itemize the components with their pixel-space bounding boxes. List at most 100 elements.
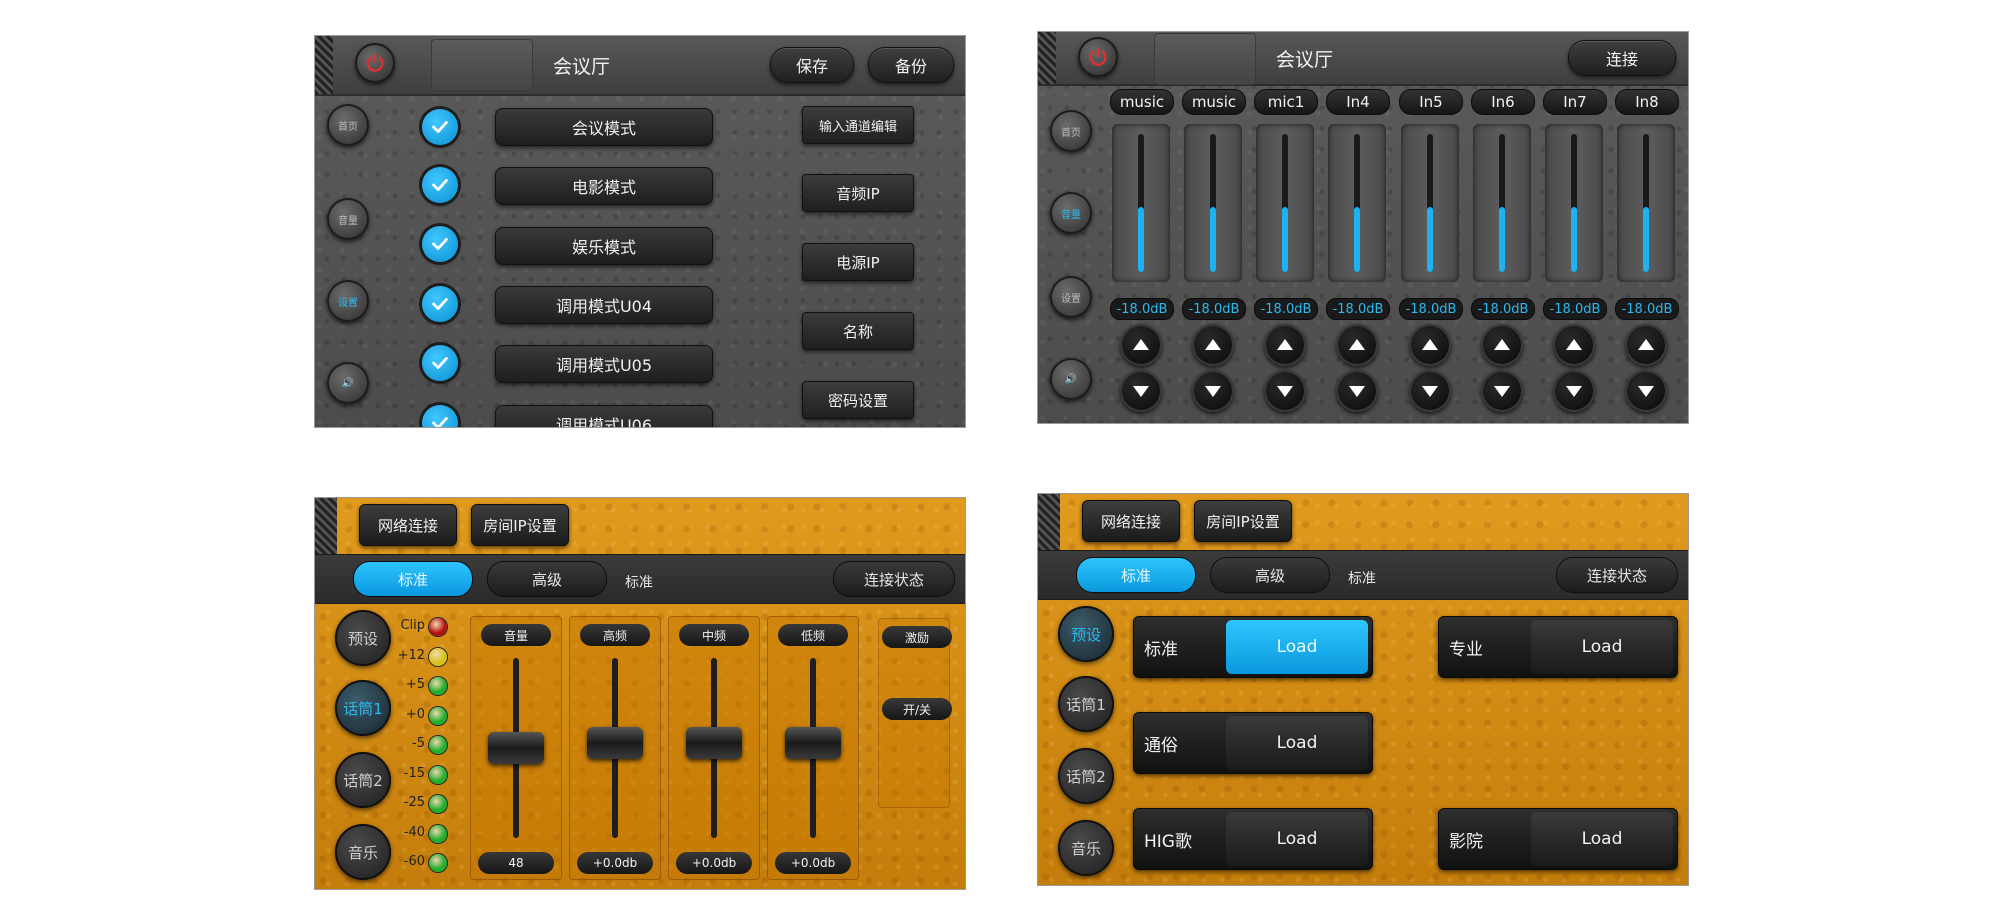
- room-ip-settings-button[interactable]: 房间IP设置: [1194, 500, 1292, 542]
- mode-button-movie[interactable]: 电影模式: [495, 167, 713, 205]
- fader-level: [1643, 207, 1649, 272]
- tab-advanced[interactable]: 高级: [1210, 557, 1330, 593]
- channel-fader[interactable]: [1112, 124, 1170, 282]
- eq-label: 高频: [580, 624, 650, 646]
- meter-led: [429, 736, 447, 754]
- volume-up-button[interactable]: [1336, 324, 1378, 366]
- speaker-nav-button[interactable]: 🔊: [327, 362, 369, 404]
- power-ip-button[interactable]: 电源IP: [802, 243, 914, 281]
- volume-up-button[interactable]: [1625, 324, 1667, 366]
- music-nav-button[interactable]: 音乐: [1058, 820, 1114, 876]
- mode-button-meeting[interactable]: 会议模式: [495, 108, 713, 146]
- mode-checkbox[interactable]: [422, 405, 458, 427]
- load-button[interactable]: Load: [1531, 812, 1673, 866]
- preset-popular: 通俗 Load: [1133, 712, 1373, 774]
- volume-down-button[interactable]: [1553, 370, 1595, 412]
- network-connect-button[interactable]: 网络连接: [1082, 500, 1180, 542]
- eq-fader-knob[interactable]: [587, 726, 643, 759]
- save-button[interactable]: 保存: [770, 47, 854, 83]
- password-settings-button[interactable]: 密码设置: [802, 381, 914, 419]
- volume-up-button[interactable]: [1120, 324, 1162, 366]
- volume-down-button[interactable]: [1264, 370, 1306, 412]
- tab-standard[interactable]: 标准: [1076, 557, 1196, 593]
- channel-db-readout: -18.0dB: [1254, 298, 1318, 320]
- mode-checkbox[interactable]: [422, 345, 458, 381]
- mode-checkbox[interactable]: [422, 286, 458, 322]
- connect-button[interactable]: 连接: [1568, 40, 1676, 76]
- tab-advanced[interactable]: 高级: [487, 561, 607, 597]
- volume-down-button[interactable]: [1409, 370, 1451, 412]
- load-button[interactable]: Load: [1226, 620, 1368, 674]
- name-button[interactable]: 名称: [802, 312, 914, 350]
- mode-checkbox[interactable]: [422, 109, 458, 145]
- backup-button[interactable]: 备份: [868, 47, 954, 83]
- mic1-nav-button[interactable]: 话筒1: [335, 680, 391, 736]
- channel-fader[interactable]: [1545, 124, 1603, 282]
- on-off-button[interactable]: 开/关: [882, 698, 952, 720]
- home-nav-button[interactable]: 首页: [327, 104, 369, 146]
- volume-nav-button[interactable]: 音量: [1050, 192, 1092, 234]
- eq-fader-knob[interactable]: [785, 726, 841, 759]
- speaker-nav-button[interactable]: 🔊: [1050, 358, 1092, 400]
- connection-status-button[interactable]: 连接状态: [833, 561, 955, 597]
- arrow-up-icon: [1566, 339, 1582, 350]
- audio-ip-button[interactable]: 音频IP: [802, 174, 914, 212]
- channel-fader[interactable]: [1401, 124, 1459, 282]
- input-channel-edit-button[interactable]: 输入通道编辑: [802, 106, 914, 144]
- meter-led: [429, 854, 447, 872]
- volume-down-button[interactable]: [1120, 370, 1162, 412]
- home-nav-button[interactable]: 首页: [1050, 110, 1092, 152]
- channel-fader[interactable]: [1473, 124, 1531, 282]
- preset-nav-button[interactable]: 预设: [1058, 606, 1114, 662]
- mic1-nav-button[interactable]: 话筒1: [1058, 676, 1114, 732]
- volume-down-button[interactable]: [1481, 370, 1523, 412]
- eq-fader-knob[interactable]: [686, 726, 742, 759]
- volume-down-button[interactable]: [1625, 370, 1667, 412]
- logo-placeholder: [431, 39, 533, 91]
- mode-checkbox[interactable]: [422, 226, 458, 262]
- load-button[interactable]: Load: [1226, 812, 1368, 866]
- volume-up-button[interactable]: [1264, 324, 1306, 366]
- checkmark-icon: [432, 357, 448, 369]
- mode-button-entertainment[interactable]: 娱乐模式: [495, 227, 713, 265]
- tab-standard[interactable]: 标准: [353, 561, 473, 597]
- music-nav-button[interactable]: 音乐: [335, 824, 391, 880]
- arrow-down-icon: [1133, 386, 1149, 397]
- preset-name: 专业: [1449, 639, 1483, 660]
- arrow-up-icon: [1277, 339, 1293, 350]
- mode-checkbox[interactable]: [422, 167, 458, 203]
- settings-nav-button[interactable]: 设置: [327, 280, 369, 322]
- volume-up-button[interactable]: [1192, 324, 1234, 366]
- network-connect-button[interactable]: 网络连接: [359, 504, 457, 546]
- arrow-down-icon: [1494, 386, 1510, 397]
- volume-down-button[interactable]: [1336, 370, 1378, 412]
- mode-button-u05[interactable]: 调用模式U05: [495, 345, 713, 383]
- connection-status-button[interactable]: 连接状态: [1556, 557, 1678, 593]
- channel-db-readout: -18.0dB: [1471, 298, 1535, 320]
- volume-up-button[interactable]: [1409, 324, 1451, 366]
- volume-down-button[interactable]: [1192, 370, 1234, 412]
- room-ip-settings-button[interactable]: 房间IP设置: [471, 504, 569, 546]
- channel-fader[interactable]: [1184, 124, 1242, 282]
- exciter-button[interactable]: 激励: [882, 626, 952, 648]
- volume-up-button[interactable]: [1553, 324, 1595, 366]
- mic2-nav-button[interactable]: 话筒2: [1058, 748, 1114, 804]
- load-button[interactable]: Load: [1226, 716, 1368, 770]
- eq-label: 中频: [679, 624, 749, 646]
- power-button[interactable]: [1078, 37, 1118, 77]
- volume-nav-button[interactable]: 音量: [327, 198, 369, 240]
- channel-fader[interactable]: [1328, 124, 1386, 282]
- arrow-down-icon: [1205, 386, 1221, 397]
- channel-fader[interactable]: [1256, 124, 1314, 282]
- power-button[interactable]: [355, 43, 395, 83]
- mode-button-u04[interactable]: 调用模式U04: [495, 286, 713, 324]
- mode-button-u06[interactable]: 调用模式U06: [495, 405, 713, 427]
- eq-column: 中频 +0.0db: [668, 616, 760, 880]
- load-button[interactable]: Load: [1531, 620, 1673, 674]
- channel-fader[interactable]: [1617, 124, 1675, 282]
- preset-nav-button[interactable]: 预设: [335, 610, 391, 666]
- mic2-nav-button[interactable]: 话筒2: [335, 752, 391, 808]
- volume-up-button[interactable]: [1481, 324, 1523, 366]
- settings-nav-button[interactable]: 设置: [1050, 276, 1092, 318]
- eq-fader-knob[interactable]: [488, 732, 544, 764]
